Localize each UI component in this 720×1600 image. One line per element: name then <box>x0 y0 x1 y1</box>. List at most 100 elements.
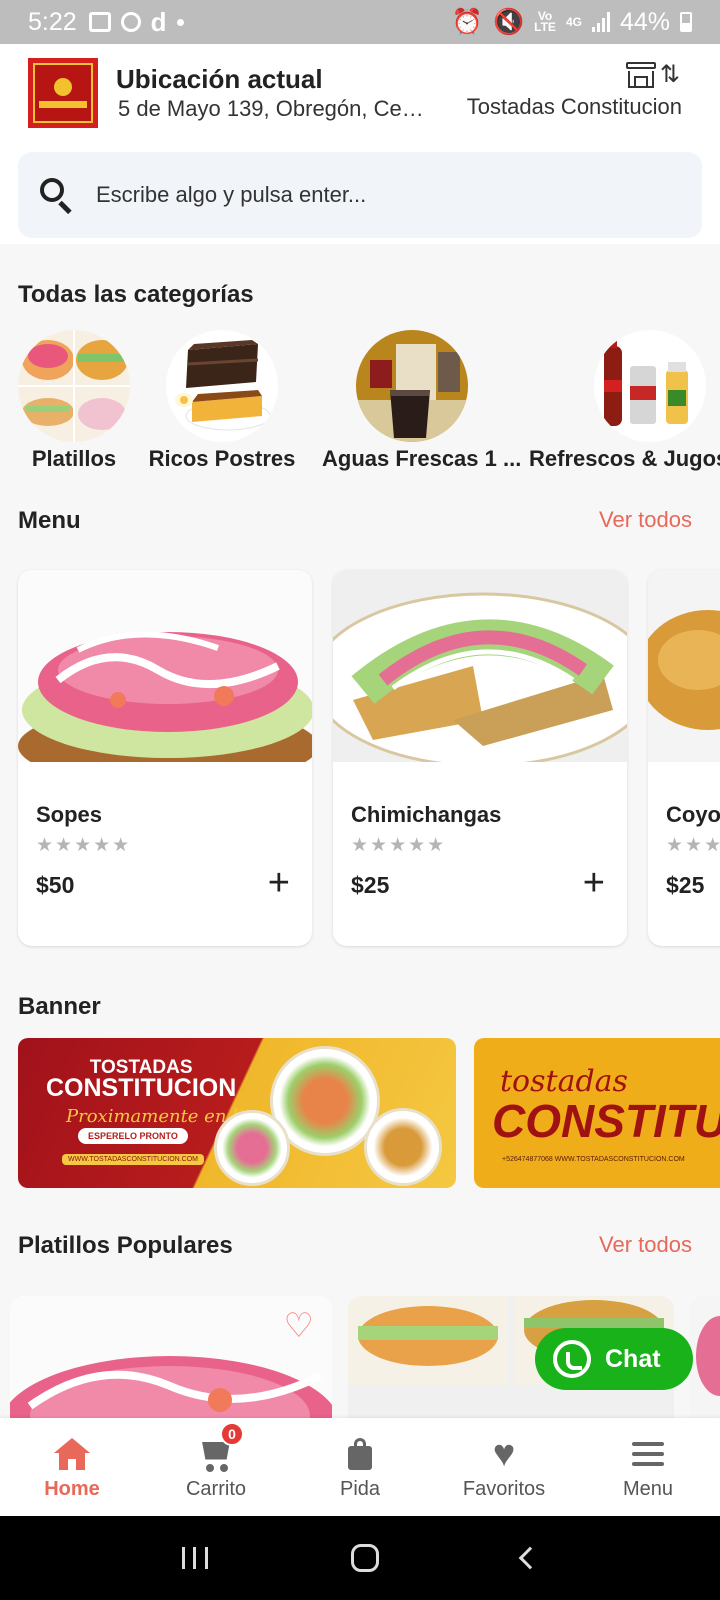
more-notifications-icon <box>176 18 184 26</box>
rating-stars: ★★★★★ <box>666 835 720 856</box>
promo-banner-2[interactable]: tostadas CONSTITUCION +526474877068 WWW.… <box>474 1038 720 1188</box>
banner-website: WWW.TOSTADASCONSTITUCION.COM <box>62 1154 205 1165</box>
store-icon <box>625 62 656 88</box>
screen: 5:22 d ⏰ 🔇 Vo LTE 4G 44% Ubicación actual… <box>0 0 720 1600</box>
add-to-cart-button[interactable]: + <box>583 864 605 902</box>
cart-count-badge: 0 <box>220 1421 244 1446</box>
network-type-icon: 4G <box>565 14 582 29</box>
whatsapp-chat-button[interactable]: Chat <box>535 1328 693 1390</box>
whatsapp-icon <box>553 1340 591 1378</box>
product-name: Coyotas <box>666 802 720 827</box>
heart-icon: ♥ <box>492 1432 516 1475</box>
system-navigation-bar <box>0 1516 720 1600</box>
store-name[interactable]: Tostadas Constitucion <box>467 94 682 120</box>
nav-label: Carrito <box>185 1477 246 1500</box>
popular-card[interactable] <box>690 1296 720 1420</box>
recent-apps-icon[interactable] <box>181 1547 208 1569</box>
banner-brand: TOSTADAS CONSTITUCION <box>46 1057 237 1102</box>
nav-label: Favoritos <box>462 1477 546 1500</box>
menu-card-sopes[interactable]: Sopes ★★★★★ $50 + <box>18 570 312 946</box>
system-home-icon[interactable] <box>350 1544 379 1572</box>
menu-see-all-link[interactable]: Ver todos <box>599 507 692 533</box>
product-image <box>690 1296 720 1420</box>
search-bar[interactable]: Escribe algo y pulsa enter... <box>18 152 702 238</box>
category-label: Refrescos & Jugos <box>529 446 720 471</box>
product-name: Sopes <box>36 802 103 827</box>
location-title[interactable]: Ubicación actual <box>116 64 323 95</box>
nav-label: Menu <box>622 1477 674 1500</box>
menu-title: Menu <box>18 507 81 534</box>
product-image <box>18 570 312 786</box>
category-aguas-frescas[interactable]: Aguas Frescas 1 ... <box>322 330 522 472</box>
nav-orders[interactable]: Pida <box>288 1418 432 1516</box>
bottom-navigation: Home 0 Carrito Pida ♥ Favoritos Menu <box>0 1418 720 1516</box>
category-label: Aguas Frescas 1 ... <box>322 446 522 471</box>
menu-card-chimichangas[interactable]: Chimichangas ★★★★★ $25 + <box>333 570 627 946</box>
banner-pill: ESPERELO PRONTO <box>78 1128 188 1144</box>
restaurant-logo[interactable] <box>28 58 98 128</box>
search-input[interactable]: Escribe algo y pulsa enter... <box>96 182 366 208</box>
promo-banner-1[interactable]: TOSTADAS CONSTITUCION Proximamente en li… <box>18 1038 456 1188</box>
nav-label: Home <box>44 1477 100 1500</box>
chat-label: Chat <box>605 1344 661 1373</box>
category-image <box>18 330 130 442</box>
header: Ubicación actual 5 de Mayo 139, Obregón,… <box>0 44 720 244</box>
category-image <box>594 330 706 442</box>
product-image <box>648 570 720 762</box>
category-label: Ricos Postres <box>148 446 296 471</box>
logo-emblem <box>33 63 93 123</box>
category-image <box>166 330 278 442</box>
cart-icon: 0 <box>196 1421 244 1474</box>
nav-favorites[interactable]: ♥ Favoritos <box>432 1418 576 1516</box>
status-time: 5:22 <box>28 7 77 36</box>
banner-plate-image <box>364 1108 442 1186</box>
categories-title: Todas las categorías <box>18 281 254 308</box>
notification-icons: d <box>88 6 184 38</box>
banner-title: Banner <box>18 993 101 1020</box>
volte-icon: Vo LTE <box>534 9 556 34</box>
banner-contact: +526474877068 WWW.TOSTADASCONSTITUCION.C… <box>502 1156 685 1163</box>
category-refrescos-jugos[interactable]: Refrescos & Jugos <box>529 330 720 472</box>
logo-bar <box>39 101 87 108</box>
nav-label: Pida <box>339 1477 381 1500</box>
search-icon <box>40 178 74 215</box>
crown-icon <box>54 78 72 96</box>
signal-icon <box>591 12 610 32</box>
category-ricos-postres[interactable]: Ricos Postres <box>132 330 312 472</box>
app-notification-icon <box>120 12 141 32</box>
product-price: $25 <box>351 872 390 898</box>
product-price: $50 <box>36 872 75 898</box>
swap-icon: ⇅ <box>659 61 680 88</box>
add-to-cart-button[interactable]: + <box>268 864 290 902</box>
status-bar: 5:22 d ⏰ 🔇 Vo LTE 4G 44% <box>0 0 720 44</box>
home-icon <box>52 1434 92 1474</box>
popular-card[interactable]: ♡ <box>10 1296 332 1420</box>
menu-icon <box>628 1434 668 1474</box>
store-switch-button[interactable]: ⇅ <box>625 61 680 88</box>
category-image <box>356 330 468 442</box>
product-price: $25 <box>666 872 705 898</box>
banner-brand-text: CONSTITUCION <box>492 1095 720 1147</box>
nav-cart[interactable]: 0 Carrito <box>144 1418 288 1516</box>
d-app-icon: d <box>150 6 167 37</box>
rating-stars: ★★★★★ <box>351 835 447 856</box>
back-icon[interactable] <box>518 1546 542 1570</box>
mute-icon: 🔇 <box>493 7 525 36</box>
nav-home[interactable]: Home <box>0 1418 144 1516</box>
battery-icon <box>680 12 692 32</box>
popular-see-all-link[interactable]: Ver todos <box>599 1232 692 1258</box>
product-name: Chimichangas <box>351 802 502 827</box>
favorite-heart-icon[interactable]: ♡ <box>284 1306 314 1346</box>
location-address[interactable]: 5 de Mayo 139, Obregón, Centro,... <box>118 96 434 122</box>
nav-menu[interactable]: Menu <box>576 1418 720 1516</box>
battery-percent: 44% <box>619 7 670 36</box>
alarm-icon: ⏰ <box>451 7 484 36</box>
gallery-icon <box>88 12 111 32</box>
product-image <box>333 570 627 768</box>
banner-plate-image <box>214 1110 290 1186</box>
bag-icon <box>340 1434 380 1474</box>
rating-stars: ★★★★★ <box>36 835 132 856</box>
system-icons: ⏰ 🔇 Vo LTE 4G 44% <box>452 8 692 37</box>
popular-title: Platillos Populares <box>18 1232 233 1259</box>
menu-card-coyotas[interactable]: Coyotas ★★★★★ $25 + <box>648 570 720 946</box>
